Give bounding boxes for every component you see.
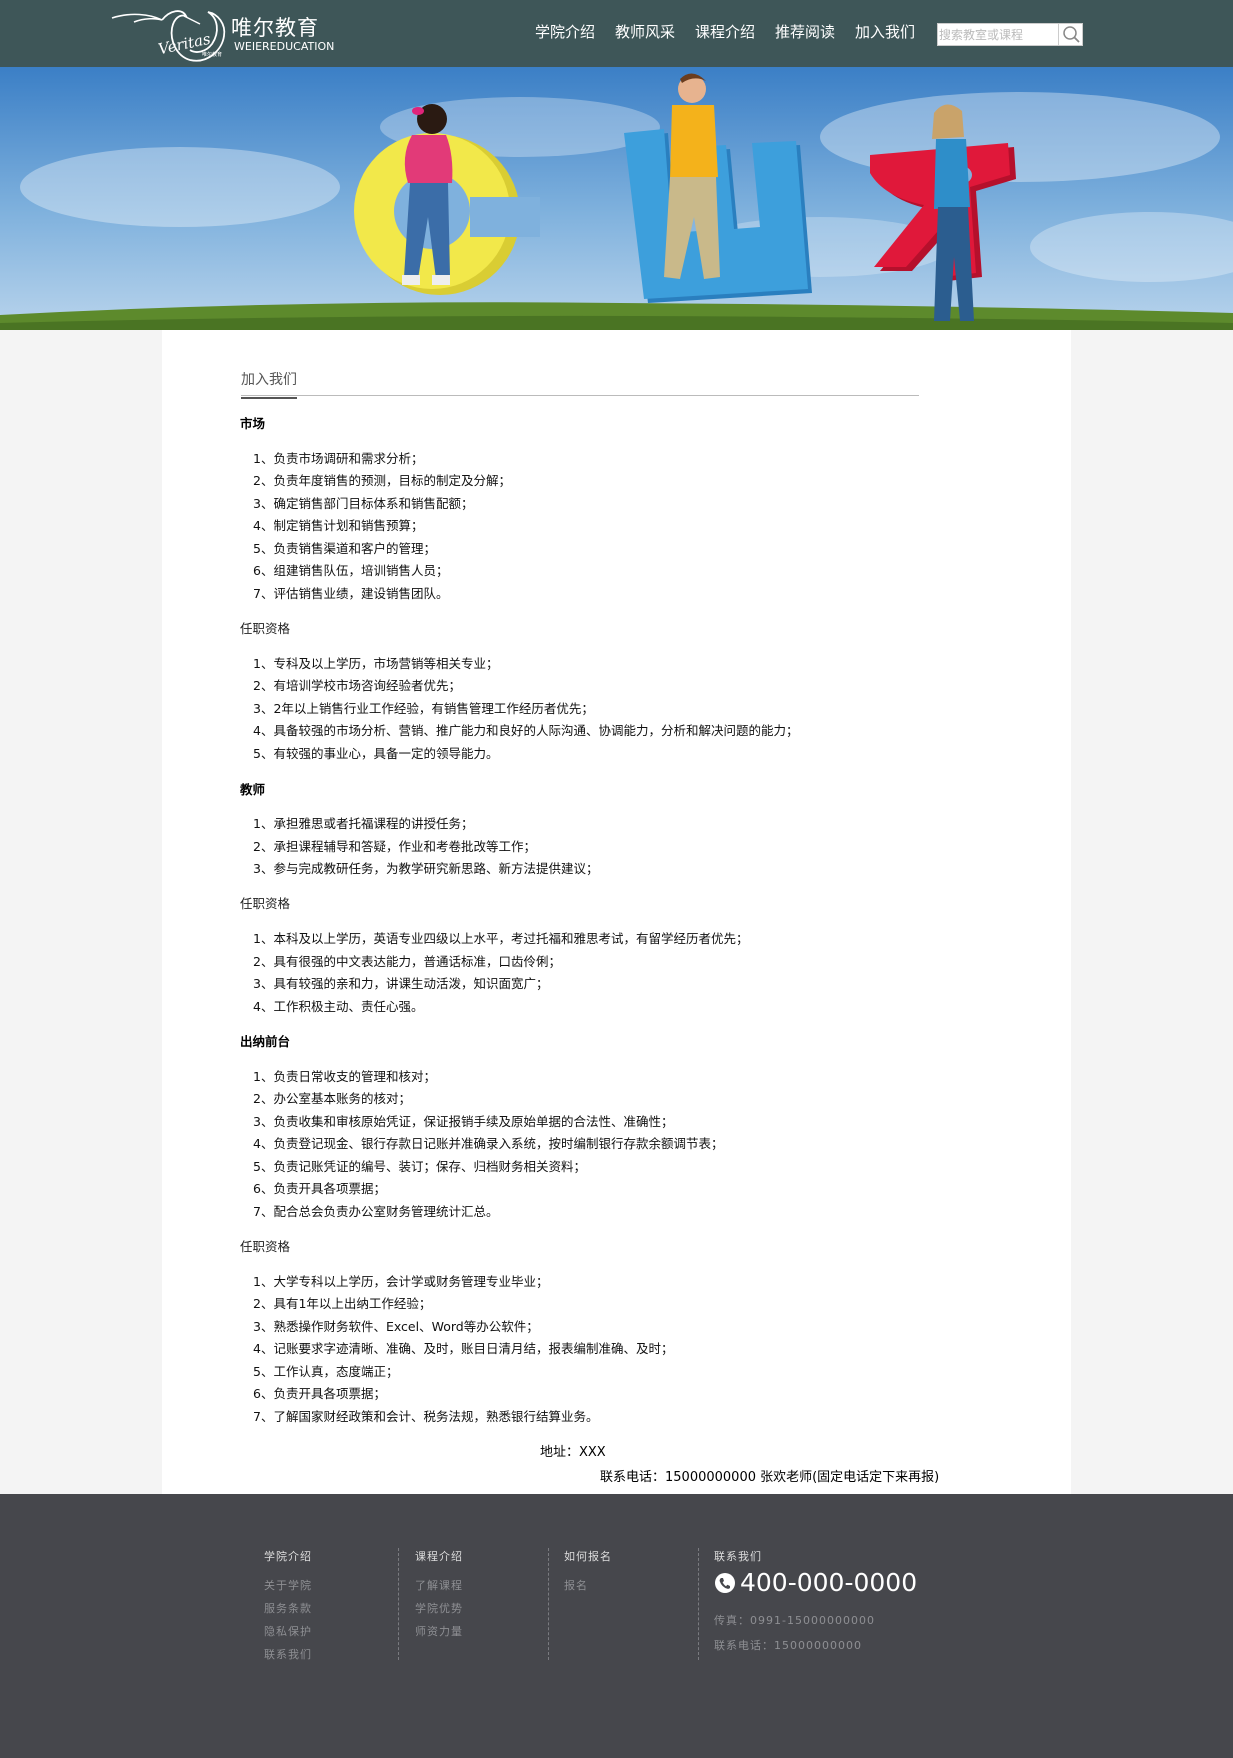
market-req-item: 5、有较强的事业心，具备一定的领导能力。: [253, 746, 499, 761]
cashier-req-item: 5、工作认真，态度端正；: [253, 1364, 399, 1379]
market-req-item: 1、专科及以上学历，市场营销等相关专业；: [253, 656, 499, 671]
nav-item-courses[interactable]: 课程介绍: [695, 21, 755, 42]
cashier-heading: 出纳前台: [240, 1034, 291, 1049]
market-duty-item: 1、负责市场调研和需求分析；: [253, 451, 424, 466]
footer-col-title: 学院介绍: [264, 1550, 312, 1563]
cashier-req-item: 1、大学专科以上学历，会计学或财务管理专业毕业；: [253, 1274, 549, 1289]
footer-link-about[interactable]: 关于学院: [264, 1574, 312, 1597]
footer-link-advantages[interactable]: 学院优势: [415, 1597, 463, 1620]
cashier-requirements-heading: 任职资格: [240, 1239, 291, 1254]
footer-col-college: 学院介绍 关于学院 服务条款 隐私保护 联系我们: [264, 1548, 312, 1666]
footer-separator: [398, 1548, 399, 1660]
teacher-duty-item: 2、承担课程辅导和答疑，作业和考卷批改等工作；: [253, 839, 536, 854]
footer-link-courses[interactable]: 了解课程: [415, 1574, 463, 1597]
market-req-item: 2、有培训学校市场咨询经验者优先；: [253, 678, 461, 693]
footer-col-enroll: 如何报名 报名: [564, 1548, 612, 1597]
nav-item-teachers[interactable]: 教师风采: [615, 21, 675, 42]
teacher-duty-item: 3、参与完成教研任务，为教学研究新思路、新方法提供建议；: [253, 861, 599, 876]
logo-chinese-name: 唯尔教育: [231, 16, 319, 40]
footer-link-faculty[interactable]: 师资力量: [415, 1620, 463, 1643]
footer-col-title: 联系我们: [714, 1550, 762, 1563]
footer-col-title: 如何报名: [564, 1550, 612, 1563]
market-duty-item: 7、评估销售业绩，建设销售团队。: [253, 586, 449, 601]
market-heading: 市场: [240, 416, 266, 431]
market-req-item: 3、2年以上销售行业工作经验，有销售管理工作经历者优先；: [253, 701, 594, 716]
search-icon: [1063, 26, 1080, 43]
search-box: [937, 23, 1083, 46]
market-req-item: 4、具备较强的市场分析、营销、推广能力和良好的人际沟通、协调能力，分析和解决问题…: [253, 723, 799, 738]
teacher-duty-item: 1、承担雅思或者托福课程的讲授任务；: [253, 816, 474, 831]
cashier-req-item: 2、具有1年以上出纳工作经验；: [253, 1296, 432, 1311]
market-requirements-heading: 任职资格: [240, 621, 291, 636]
footer-col-courses: 课程介绍 了解课程 学院优势 师资力量: [415, 1548, 463, 1643]
market-duty-item: 4、制定销售计划和销售预算；: [253, 518, 424, 533]
footer-link-enroll[interactable]: 报名: [564, 1574, 612, 1597]
footer-link-privacy[interactable]: 隐私保护: [264, 1620, 312, 1643]
teacher-req-item: 2、具有很强的中文表达能力，普通话标准，口齿伶俐；: [253, 954, 561, 969]
nav-item-college-intro[interactable]: 学院介绍: [535, 21, 595, 42]
hero-banner: [0, 67, 1233, 330]
teacher-req-item: 3、具有较强的亲和力，讲课生动活泼，知识面宽广；: [253, 976, 549, 991]
search-button[interactable]: [1058, 24, 1083, 45]
nav-item-join-us[interactable]: 加入我们: [855, 21, 915, 42]
market-duty-item: 2、负责年度销售的预测，目标的制定及分解；: [253, 473, 511, 488]
site-header: Veritas 唯尔教育 唯尔教育 WEIEREDUCATION 学院介绍 教师…: [0, 0, 1233, 67]
address-text: 地址：XXX: [540, 1445, 606, 1460]
footer-separator: [698, 1548, 699, 1660]
cashier-duty-item: 5、负责记账凭证的编号、装订；保存、归档财务相关资料；: [253, 1159, 586, 1174]
cashier-req-item: 3、熟悉操作财务软件、Excel、Word等办公软件；: [253, 1319, 539, 1334]
teacher-heading: 教师: [240, 782, 266, 797]
footer-col-title: 课程介绍: [415, 1550, 463, 1563]
teacher-req-item: 1、本科及以上学历，英语专业四级以上水平，考过托福和雅思考试，有留学经历者优先；: [253, 931, 749, 946]
market-duty-item: 3、确定销售部门目标体系和销售配额；: [253, 496, 474, 511]
cashier-req-item: 4、记账要求字迹清晰、准确、及时，账目日清月结，报表编制准确、及时；: [253, 1341, 674, 1356]
hero-banner-image: [0, 67, 1233, 330]
market-duty-item: 5、负责销售渠道和客户的管理；: [253, 541, 436, 556]
cashier-req-item: 7、了解国家财经政策和会计、税务法规，熟悉银行结算业务。: [253, 1409, 599, 1424]
phone-icon: [715, 1573, 735, 1593]
cashier-duty-item: 1、负责日常收支的管理和核对；: [253, 1069, 436, 1084]
footer-tel: 联系电话：15000000000: [714, 1639, 862, 1652]
cashier-duty-item: 2、办公室基本账务的核对；: [253, 1091, 411, 1106]
footer-separator: [548, 1548, 549, 1660]
cashier-duty-item: 7、配合总会负责办公室财务管理统计汇总。: [253, 1204, 499, 1219]
market-duty-item: 6、组建销售队伍，培训销售人员；: [253, 563, 449, 578]
footer-link-contact[interactable]: 联系我们: [264, 1643, 312, 1666]
teacher-requirements-heading: 任职资格: [240, 896, 291, 911]
cashier-duty-item: 4、负责登记现金、银行存款日记账并准确录入系统，按时编制银行存款余额调节表；: [253, 1136, 724, 1151]
site-footer: 学院介绍 关于学院 服务条款 隐私保护 联系我们 课程介绍 了解课程 学院优势 …: [0, 1494, 1233, 1758]
logo-english-name: WEIEREDUCATION: [234, 40, 335, 53]
section-divider: [241, 395, 919, 396]
footer-link-terms[interactable]: 服务条款: [264, 1597, 312, 1620]
cashier-req-item: 6、负责开具各项票据；: [253, 1386, 386, 1401]
footer-phone: 400-000-0000: [714, 1568, 917, 1597]
cashier-duty-item: 6、负责开具各项票据；: [253, 1181, 386, 1196]
main-content: 加入我们 市场 1、负责市场调研和需求分析； 2、负责年度销售的预测，目标的制定…: [162, 330, 1071, 1494]
teacher-req-item: 4、工作积极主动、责任心强。: [253, 999, 424, 1014]
footer-fax: 传真：0991-15000000000: [714, 1614, 875, 1627]
svg-text:唯尔教育: 唯尔教育: [202, 51, 222, 58]
nav-item-reading[interactable]: 推荐阅读: [775, 21, 835, 42]
contact-phone-text: 联系电话：15000000000 张欢老师(固定电话定下来再报): [600, 1470, 940, 1485]
search-input[interactable]: [939, 25, 1057, 44]
footer-phone-number: 400-000-0000: [740, 1568, 918, 1597]
cashier-duty-item: 3、负责收集和审核原始凭证，保证报销手续及原始单据的合法性、准确性；: [253, 1114, 674, 1129]
